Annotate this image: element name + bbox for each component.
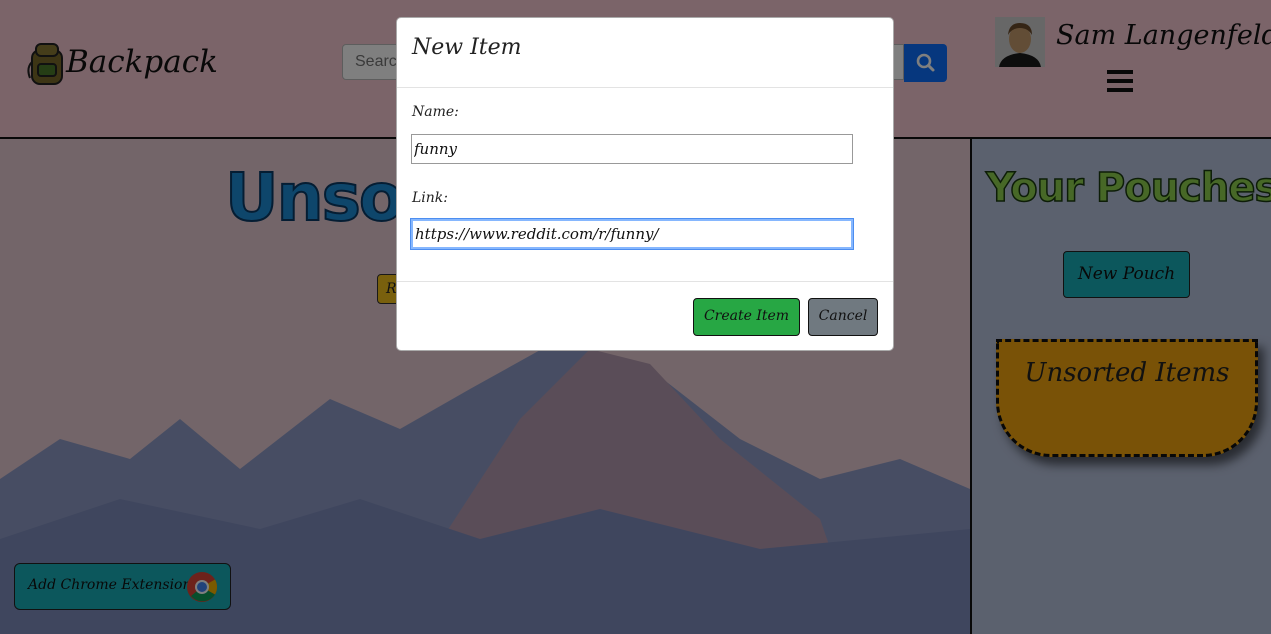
name-field[interactable] [411, 134, 853, 164]
create-item-button[interactable]: Create Item [693, 298, 800, 336]
link-label: Link: [412, 190, 448, 206]
name-label: Name: [412, 104, 459, 120]
new-item-modal: New Item Name: Link: Create Item Cancel [396, 17, 894, 351]
modal-title: New Item [412, 35, 522, 60]
modal-footer: Create Item Cancel [397, 281, 893, 352]
modal-header: New Item [397, 18, 893, 88]
cancel-button[interactable]: Cancel [808, 298, 878, 336]
link-field[interactable] [410, 218, 854, 250]
cancel-label: Cancel [818, 308, 868, 324]
create-item-label: Create Item [703, 308, 790, 324]
